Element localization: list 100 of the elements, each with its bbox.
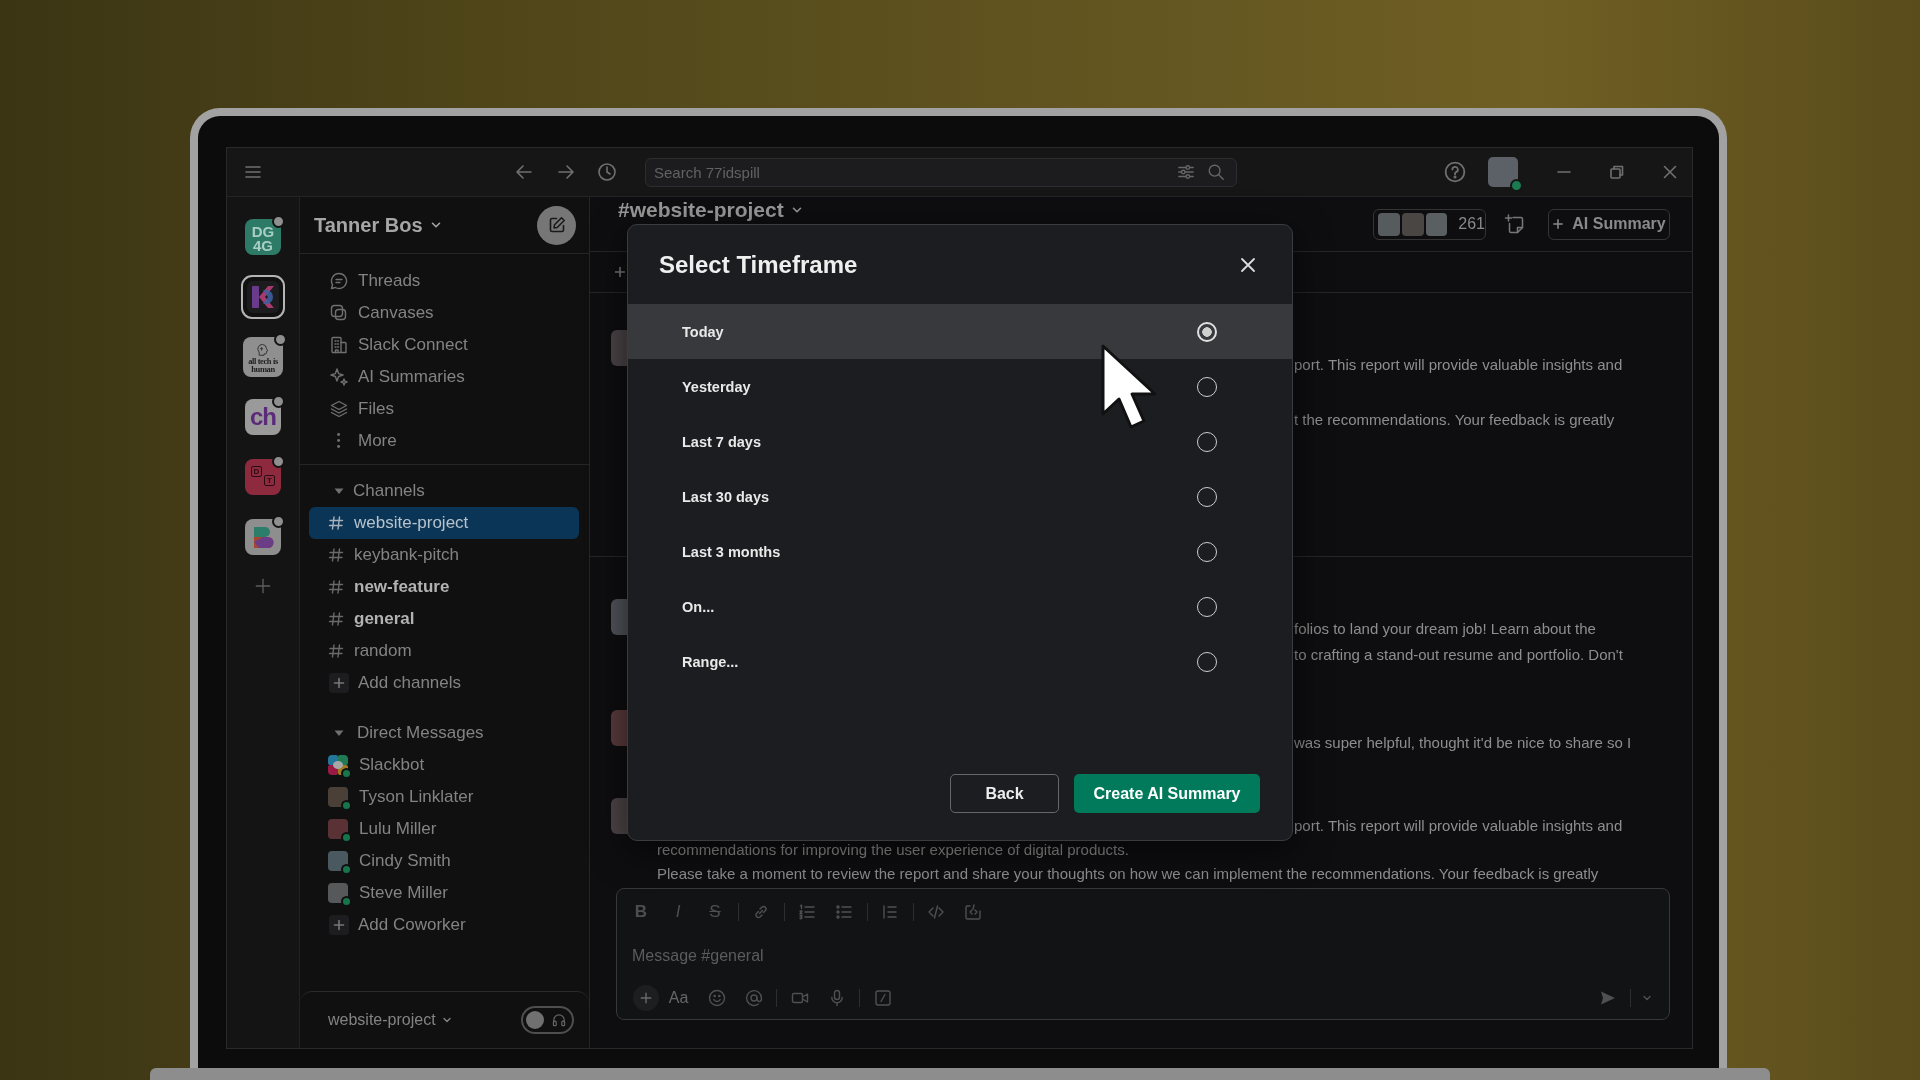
nav-item[interactable]: Canvases xyxy=(329,297,434,329)
direct-message-item[interactable]: Slackbot xyxy=(309,749,579,781)
add-channels-item[interactable]: Add channels xyxy=(329,667,462,699)
channel-item[interactable]: keybank-pitch xyxy=(309,539,579,571)
timeframe-option[interactable]: On... xyxy=(628,579,1292,634)
text-format-button[interactable]: Aa xyxy=(668,989,689,1007)
direct-message-item[interactable]: Lulu Miller xyxy=(309,813,579,845)
workspace-button[interactable] xyxy=(241,275,285,319)
nav-item[interactable]: Slack Connect xyxy=(329,329,468,361)
code-icon[interactable] xyxy=(927,903,945,921)
search-field[interactable]: Search 77idspill xyxy=(645,157,1237,187)
bot-avatar-icon xyxy=(328,755,348,775)
workspace-button[interactable]: DG 4G xyxy=(245,219,281,255)
section-toggle[interactable]: Channels xyxy=(333,475,425,507)
channel-switcher[interactable]: website-project xyxy=(328,1011,453,1029)
avatar-placeholder xyxy=(328,851,348,871)
help-icon[interactable] xyxy=(1444,161,1466,183)
sliders-icon[interactable] xyxy=(1177,162,1195,181)
layers-icon xyxy=(329,399,349,419)
message-text: to crafting a stand-out resume and portfolio. Don't xyxy=(1294,645,1623,665)
add-coworker-item[interactable]: Add Coworker xyxy=(329,909,466,941)
message-input[interactable]: Message #general xyxy=(632,944,1032,968)
nav-item[interactable]: Threads xyxy=(329,265,421,297)
timeframe-option[interactable]: Last 7 days xyxy=(628,414,1292,469)
at-sign-icon[interactable] xyxy=(744,989,763,1007)
dialog-title: Select Timeframe xyxy=(659,250,858,279)
workspace-button[interactable]: all tech is human xyxy=(243,337,283,377)
blockquote-icon[interactable] xyxy=(881,903,899,921)
ai-summary-button[interactable]: AI Summary xyxy=(1548,208,1670,240)
avatar-placeholder xyxy=(328,787,348,807)
link-icon[interactable] xyxy=(752,903,770,921)
hash-icon xyxy=(328,579,344,595)
plus-icon xyxy=(329,673,349,693)
workspace-button[interactable] xyxy=(245,519,281,555)
speech-bubble-icon xyxy=(329,271,349,291)
hash-icon xyxy=(328,515,344,531)
avatar-placeholder xyxy=(328,883,348,903)
note-plus-icon[interactable] xyxy=(1504,213,1526,235)
bulleted-list-icon[interactable] xyxy=(835,903,853,921)
overlapping-squares-icon xyxy=(329,303,349,323)
avatar-placeholder xyxy=(1378,212,1400,236)
channel-item[interactable]: general xyxy=(309,603,579,635)
plus-icon[interactable] xyxy=(614,266,626,278)
avatar-placeholder xyxy=(328,819,348,839)
message-text: recommendations for improving the user experience of digital products. xyxy=(657,840,1129,860)
message-text: folios to land your dream job! Learn about the xyxy=(1294,619,1596,639)
radio-button[interactable] xyxy=(1197,321,1217,342)
avatar-placeholder xyxy=(1425,212,1448,236)
message-text: t the recommendations. Your feedback is greatly xyxy=(1294,410,1615,430)
direct-message-item[interactable]: Tyson Linklater xyxy=(309,781,579,813)
channel-item[interactable]: random xyxy=(309,635,579,667)
plus-icon xyxy=(639,991,653,1005)
slash-box-icon[interactable] xyxy=(873,989,892,1007)
hash-icon xyxy=(328,611,344,627)
back-button[interactable]: Back xyxy=(950,774,1059,813)
building-icon xyxy=(329,335,349,355)
toggle-knob xyxy=(526,1011,544,1029)
message-text: port. This report will provide valuable insights and xyxy=(1294,355,1623,375)
timeframe-option[interactable]: Last 30 days xyxy=(628,469,1292,524)
section-toggle[interactable]: Direct Messages xyxy=(333,717,484,749)
plus-icon xyxy=(329,915,349,935)
clock-icon[interactable] xyxy=(597,162,617,182)
hash-icon xyxy=(328,643,344,659)
close-icon[interactable] xyxy=(1239,255,1257,274)
workspace-menu-button[interactable]: Tanner Bos xyxy=(314,213,443,237)
back-arrow-icon[interactable] xyxy=(514,162,534,182)
members-button[interactable]: 261 xyxy=(1373,208,1486,240)
timeframe-option[interactable]: Range... xyxy=(628,634,1292,689)
compose-button[interactable] xyxy=(537,205,576,245)
timeframe-option[interactable]: Last 3 months xyxy=(628,524,1292,579)
nav-item[interactable]: AI Summaries xyxy=(329,361,465,393)
smiley-icon[interactable] xyxy=(707,989,726,1007)
workspace-button[interactable]: ch xyxy=(245,399,281,435)
attach-button[interactable] xyxy=(633,985,659,1011)
message-text: port. This report will provide valuable insights and xyxy=(1294,816,1623,836)
hash-icon xyxy=(328,547,344,563)
headphones-icon xyxy=(551,1012,567,1028)
code-block-icon[interactable] xyxy=(964,903,982,921)
channel-item[interactable]: new-feature xyxy=(309,571,579,603)
huddle-toggle[interactable] xyxy=(521,1006,574,1034)
numbered-list-icon[interactable] xyxy=(798,903,816,921)
sparkle-icon xyxy=(329,367,349,387)
channel-title[interactable]: #website-project xyxy=(618,199,804,221)
search-icon[interactable] xyxy=(1207,162,1225,181)
create-summary-button[interactable]: Create AI Summary xyxy=(1074,774,1260,813)
vertical-dots-icon xyxy=(337,433,341,449)
timeframe-option[interactable]: Yesterday xyxy=(628,359,1292,414)
forward-arrow-icon[interactable] xyxy=(556,162,576,182)
nav-item[interactable]: Files xyxy=(329,393,394,425)
user-avatar-placeholder[interactable] xyxy=(1488,157,1518,187)
plus-icon xyxy=(1552,218,1565,230)
logo-icon xyxy=(247,281,279,313)
channel-item[interactable]: website-project xyxy=(309,507,579,539)
direct-message-item[interactable]: Steve Miller xyxy=(309,877,579,909)
avatar-placeholder xyxy=(1401,212,1424,236)
plus-icon[interactable] xyxy=(254,577,272,595)
nav-item[interactable]: More xyxy=(329,425,397,457)
send-icon[interactable] xyxy=(1598,989,1617,1007)
direct-message-item[interactable]: Cindy Smith xyxy=(309,845,579,877)
timeframe-option[interactable]: Today xyxy=(628,304,1292,359)
